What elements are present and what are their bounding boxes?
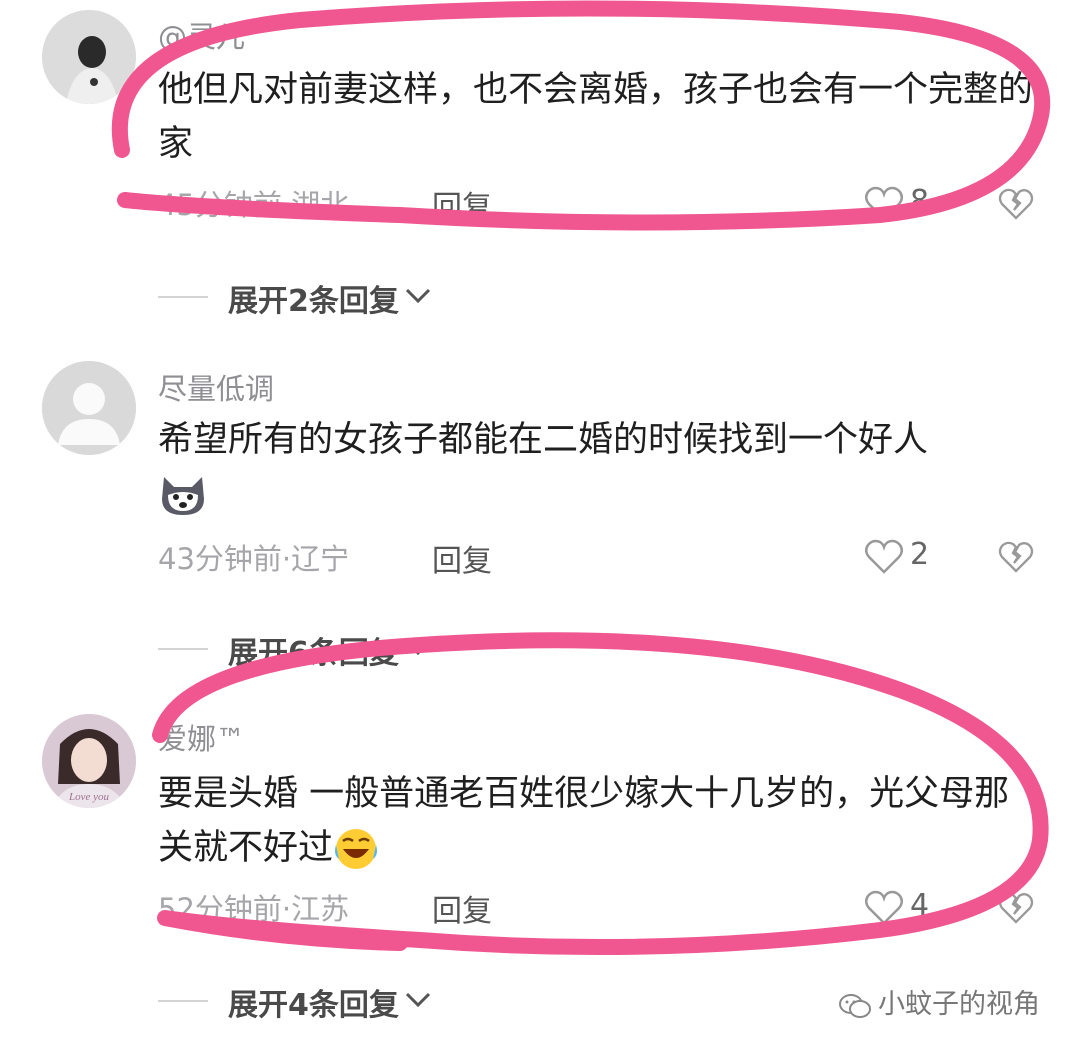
- like-count: 4: [910, 888, 930, 923]
- reply-button[interactable]: 回复: [432, 536, 492, 580]
- avatar-caption: Love you: [68, 791, 110, 803]
- chevron-down-icon: [405, 640, 431, 656]
- expand-replies-label: 展开4条回复: [228, 988, 399, 1023]
- chevron-down-icon: [405, 288, 431, 304]
- username[interactable]: @灵儿: [158, 14, 245, 56]
- comment-meta: 45分钟前·湖北: [158, 188, 350, 222]
- dog-face-emoji: [162, 477, 204, 515]
- reply-button[interactable]: 回复: [432, 182, 492, 226]
- comment-text: 希望所有的女孩子都能在二婚的时候找到一个好人: [158, 413, 1038, 521]
- reply-button[interactable]: 回复: [432, 886, 492, 930]
- broken-heart-icon[interactable]: [998, 187, 1034, 221]
- broken-heart-icon[interactable]: [998, 540, 1034, 574]
- broken-heart-icon[interactable]: [998, 891, 1034, 925]
- heart-outline-icon[interactable]: [864, 890, 904, 926]
- comment-text: 他但凡对前妻这样，也不会离婚，孩子也会有一个完整的家: [158, 70, 1034, 164]
- heart-outline-icon[interactable]: [864, 539, 904, 575]
- chevron-down-icon: [405, 992, 431, 1008]
- divider-line: [158, 648, 208, 650]
- comment-text-body: 要是头婚 一般普通老百姓很少嫁大十几岁的，光父母那关就不好过: [158, 774, 1010, 868]
- expand-replies-label: 展开2条回复: [228, 284, 399, 319]
- divider-line: [158, 296, 208, 298]
- rolling-laugh-emoji: [335, 829, 378, 869]
- username[interactable]: 尽量低调: [158, 366, 274, 408]
- like-count: 2: [910, 537, 930, 572]
- comment-text-body: 希望所有的女孩子都能在二婚的时候找到一个好人: [158, 420, 929, 460]
- avatar[interactable]: Love you: [42, 714, 136, 808]
- comment-text: 要是头婚 一般普通老百姓很少嫁大十几岁的，光父母那关就不好过: [158, 767, 1038, 875]
- comment-meta: 43分钟前·辽宁: [158, 542, 350, 576]
- expand-replies-label: 展开6条回复: [228, 636, 399, 671]
- avatar[interactable]: [42, 361, 136, 455]
- heart-outline-icon[interactable]: [864, 186, 904, 222]
- watermark-text: 小蚊子的视角: [878, 989, 1040, 1020]
- comment-meta: 52分钟前·江苏: [158, 892, 350, 926]
- divider-line: [158, 1000, 208, 1002]
- wechat-icon: [839, 993, 871, 1018]
- username[interactable]: 爱娜™: [158, 716, 245, 758]
- avatar[interactable]: [42, 10, 136, 104]
- like-count: 8: [910, 184, 930, 219]
- watermark: 小蚊子的视角: [838, 982, 1040, 1021]
